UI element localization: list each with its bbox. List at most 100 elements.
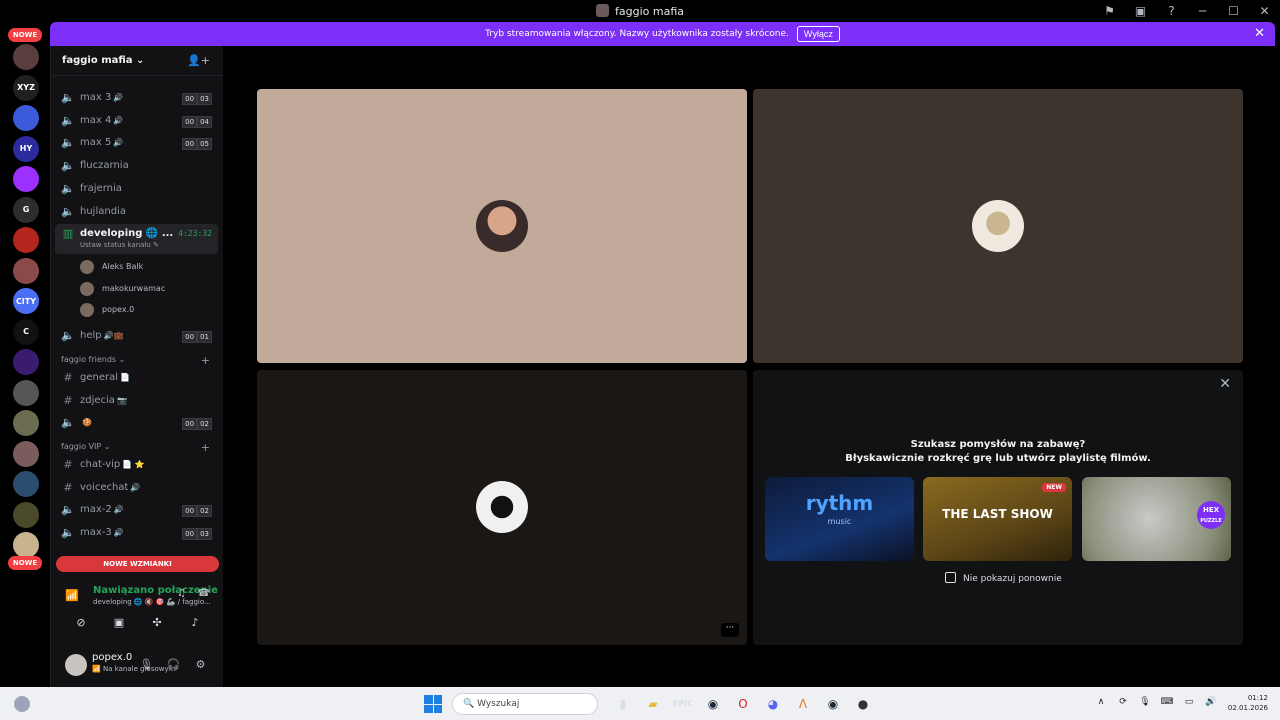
voice-channel[interactable]: 🔈 fluczarnia	[55, 156, 218, 176]
activity-card-rythm[interactable]: rythm music	[765, 477, 914, 561]
server-icon[interactable]: C	[13, 318, 39, 345]
active-voice-channel[interactable]: ▥ developing 🌐 ... Ustaw status kanału ✎ 4:…	[55, 224, 218, 255]
taskbar-search[interactable]: 🔍 Wyszukaj	[452, 693, 598, 715]
camera-off-button[interactable]: ⊘	[62, 612, 100, 634]
maximize-icon[interactable]: ☐	[1218, 4, 1249, 18]
server-icon[interactable]: CITY	[13, 288, 39, 314]
taskbar-clock[interactable]: 01:12 02.01.2026	[1228, 693, 1268, 713]
start-button[interactable]	[424, 695, 442, 713]
server-icon[interactable]	[13, 44, 39, 70]
username[interactable]: popex.0	[92, 652, 132, 663]
text-channel[interactable]: # general 📄	[55, 368, 218, 388]
server-icon[interactable]	[13, 227, 39, 253]
weather-widget-icon[interactable]	[14, 696, 30, 712]
voice-channel[interactable]: 🔈 max 4 🔊 00 04	[55, 111, 218, 131]
voice-channel[interactable]: 🔈 max-3 🔊 00 03	[55, 523, 218, 543]
headphones-icon[interactable]: 🎧	[160, 658, 187, 671]
voice-user[interactable]: Aleks Balk	[76, 257, 216, 277]
mic-icon[interactable]: 🎙	[133, 658, 160, 671]
server-icon[interactable]	[13, 410, 39, 436]
mic-tray-icon[interactable]: 🎙	[1134, 697, 1156, 707]
server-icon[interactable]	[13, 532, 39, 558]
epic-games-icon[interactable]: EPIC	[671, 692, 695, 716]
voice-channel[interactable]: 🔈 frajernia	[55, 179, 218, 199]
set-channel-status[interactable]: Ustaw status kanału ✎	[80, 241, 159, 249]
promo-title: Szukasz pomysłów na zabawę? Błyskawiczni…	[845, 439, 1151, 464]
invite-people-icon[interactable]: 👤+	[187, 54, 210, 67]
video-tile-user-3[interactable]: ···	[257, 370, 747, 645]
volume-icon[interactable]: 🔊	[1200, 697, 1222, 707]
banner-close-icon[interactable]: ✕	[1254, 26, 1265, 41]
new-unreads-pill-top[interactable]: NOWE	[8, 28, 42, 42]
sync-icon[interactable]: ⟳	[1112, 697, 1134, 707]
disable-streamer-mode-button[interactable]: Wyłącz	[796, 26, 840, 42]
video-tile-user-1[interactable]	[257, 89, 747, 363]
help-icon[interactable]: ?	[1156, 4, 1187, 18]
promo-close-icon[interactable]: ✕	[1219, 376, 1231, 392]
server-name[interactable]: faggio mafia ⌄	[62, 55, 144, 66]
voice-user[interactable]: popex.0	[76, 300, 216, 320]
screen-share-button[interactable]: ▣	[100, 612, 138, 634]
server-icon[interactable]	[13, 349, 39, 375]
settings-gear-icon[interactable]: ⚙	[187, 658, 214, 671]
speaker-icon: 🔈	[61, 113, 75, 127]
activity-card-last-show[interactable]: NEW THE LAST SHOW	[923, 477, 1072, 561]
create-channel-plus-icon[interactable]: +	[201, 354, 210, 367]
voice-channel[interactable]: 🔈 🍪 00 02	[55, 413, 218, 433]
voice-channel[interactable]: 🔈 max 5 🔊 00 05	[55, 133, 218, 153]
activities-button[interactable]: ✣	[138, 612, 176, 634]
disconnect-icon[interactable]: ☎	[198, 588, 210, 599]
app-icon-2[interactable]: ●	[851, 692, 875, 716]
server-icon[interactable]	[13, 471, 39, 497]
video-tile-user-2[interactable]	[753, 89, 1243, 363]
server-icon[interactable]: XYZ	[13, 74, 39, 101]
create-channel-plus-icon[interactable]: +	[201, 441, 210, 454]
category-faggio-friends[interactable]: faggio friends ⌄ +	[61, 354, 216, 369]
steam-icon[interactable]: ◉	[701, 692, 725, 716]
voice-channel[interactable]: 🔈 hujlandia	[55, 202, 218, 222]
server-icon[interactable]	[13, 166, 39, 192]
voice-channel[interactable]: 🔈 max-2 🔊 00 02	[55, 500, 218, 520]
noise-suppression-icon[interactable]: ♫	[177, 588, 186, 599]
server-icon[interactable]	[13, 379, 39, 406]
opera-icon[interactable]: O	[731, 692, 755, 716]
voice-channel-link[interactable]: developing 🌐 🔇 🎯 🦾 / faggio...	[93, 598, 211, 606]
server-icon[interactable]: HY	[13, 135, 39, 162]
inbox-icon[interactable]: ⚑	[1094, 4, 1125, 18]
avatar[interactable]	[65, 654, 87, 676]
text-channel[interactable]: # voicechat 🔊	[55, 478, 218, 498]
file-explorer-icon[interactable]: ▮	[611, 692, 635, 716]
text-channel[interactable]: # zdjecia 📷	[55, 391, 218, 411]
screen-icon[interactable]: ▣	[1125, 4, 1156, 18]
voice-channel[interactable]: 🔈 max 3 🔊 00 03	[55, 88, 218, 108]
voice-user-name: popex.0	[102, 304, 135, 314]
checkbox-box[interactable]	[945, 572, 956, 583]
server-icon[interactable]: G	[13, 196, 39, 223]
more-options-button[interactable]: ···	[721, 623, 739, 637]
keyboard-icon[interactable]: ⌨	[1156, 697, 1178, 707]
activity-card-hex-puzzle[interactable]: HEX PUZZLE	[1082, 477, 1231, 561]
minimize-icon[interactable]: ─	[1187, 4, 1218, 18]
app-icon[interactable]: Λ	[791, 692, 815, 716]
soundboard-button[interactable]: ♪	[176, 612, 214, 634]
new-unreads-pill-bottom[interactable]: NOWE	[8, 556, 42, 570]
tray-overflow-icon[interactable]: ∧	[1090, 697, 1112, 707]
discord-icon[interactable]: ◕	[761, 692, 785, 716]
server-header[interactable]: faggio mafia ⌄ 👤+	[51, 46, 224, 76]
signal-icon[interactable]: 📶	[65, 589, 79, 602]
server-icon[interactable]	[13, 257, 39, 284]
dont-show-again-checkbox[interactable]: Nie pokazuj ponownie	[945, 572, 1062, 584]
steam-icon-2[interactable]: ◉	[821, 692, 845, 716]
server-icon[interactable]	[13, 501, 39, 528]
category-faggio-vip[interactable]: faggio VIP ⌄ +	[61, 441, 216, 456]
voice-channel[interactable]: 🔈 help 🔊💼 00 01	[55, 326, 218, 346]
network-icon[interactable]: ▭	[1178, 697, 1200, 707]
server-icon[interactable]	[13, 105, 39, 131]
close-icon[interactable]: ✕	[1249, 4, 1280, 18]
text-channel[interactable]: # chat-vip 📄 ⭐	[55, 455, 218, 475]
folder-icon[interactable]: ▰	[641, 692, 665, 716]
participant-avatar-1	[476, 200, 528, 252]
server-icon[interactable]	[13, 440, 39, 467]
new-mentions-pill[interactable]: NOWE WZMIANKI	[56, 556, 219, 572]
voice-user[interactable]: makokurwamac	[76, 279, 216, 299]
